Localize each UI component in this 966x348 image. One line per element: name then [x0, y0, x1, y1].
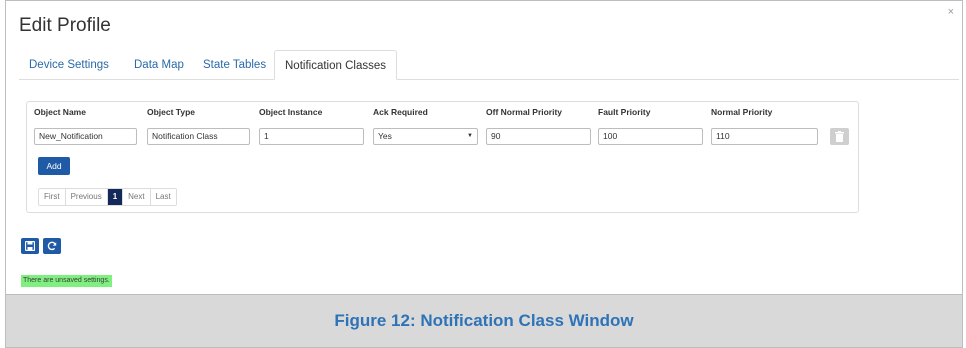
edit-profile-window: × Edit Profile Device Settings Data Map … — [5, 0, 963, 295]
header-fault-priority: Fault Priority — [598, 107, 651, 117]
save-button[interactable] — [21, 238, 39, 254]
page-next[interactable]: Next — [122, 189, 150, 205]
tab-bar: Device Settings Data Map State Tables No… — [19, 50, 959, 80]
header-off-normal-priority: Off Normal Priority — [486, 107, 563, 117]
object-instance-input[interactable]: 1 — [259, 128, 364, 145]
pagination: First Previous 1 Next Last — [38, 188, 177, 206]
figure-caption-text: Figure 12: Notification Class Window — [334, 311, 634, 330]
off-normal-priority-input[interactable]: 90 — [486, 128, 591, 145]
ack-required-value: Yes — [378, 131, 392, 141]
object-type-input[interactable]: Notification Class — [147, 128, 250, 145]
header-ack-required: Ack Required — [373, 107, 428, 117]
notification-classes-panel: Object Name Object Type Object Instance … — [26, 101, 859, 213]
caret-down-icon: ▼ — [467, 133, 473, 139]
header-normal-priority: Normal Priority — [711, 107, 773, 117]
tab-notification-classes[interactable]: Notification Classes — [274, 50, 397, 80]
page-title: Edit Profile — [19, 15, 111, 36]
figure-caption: Figure 12: Notification Class Window — [5, 295, 963, 348]
tab-data-map[interactable]: Data Map — [124, 50, 194, 80]
page-previous[interactable]: Previous — [64, 189, 107, 205]
tab-device-settings[interactable]: Device Settings — [19, 50, 119, 80]
header-object-name: Object Name — [34, 107, 86, 117]
add-button[interactable]: Add — [38, 157, 70, 175]
tab-state-tables[interactable]: State Tables — [193, 50, 276, 80]
fault-priority-input[interactable]: 100 — [598, 128, 703, 145]
refresh-button[interactable] — [43, 238, 61, 254]
header-object-type: Object Type — [147, 107, 196, 117]
page-current[interactable]: 1 — [106, 189, 123, 205]
page-first[interactable]: First — [39, 189, 65, 205]
close-icon[interactable]: × — [948, 7, 954, 18]
normal-priority-input[interactable]: 110 — [711, 128, 818, 145]
trash-icon — [835, 131, 844, 142]
unsaved-settings-alert: There are unsaved settings. — [21, 275, 112, 287]
save-icon — [25, 241, 35, 251]
object-name-input[interactable]: New_Notification — [34, 128, 137, 145]
header-object-instance: Object Instance — [259, 107, 323, 117]
delete-row-button[interactable] — [830, 128, 849, 145]
ack-required-select[interactable]: Yes ▼ — [373, 128, 478, 145]
page-last[interactable]: Last — [149, 189, 176, 205]
refresh-icon — [47, 241, 57, 251]
